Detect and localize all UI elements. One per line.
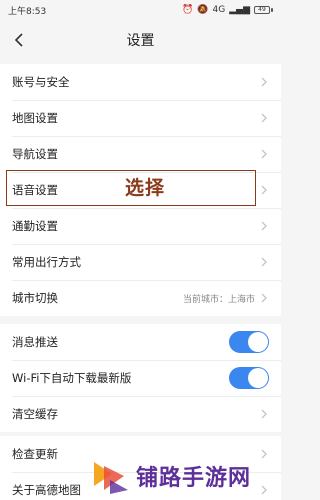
wifi-auto-download-toggle[interactable] <box>229 367 269 389</box>
chevron-right-icon <box>259 293 269 303</box>
row-label: 检查更新 <box>12 447 58 461</box>
row-account-security[interactable]: 账号与安全 <box>0 64 281 100</box>
chevron-right-icon <box>259 485 269 495</box>
row-label: 地图设置 <box>12 111 58 125</box>
network-4g-icon: 4G <box>212 4 226 15</box>
header: 设置 <box>0 20 281 60</box>
row-city-switch[interactable]: 城市切换 当前城市：上海市 <box>0 280 281 316</box>
row-wifi-auto-download: Wi-Fi下自动下载最新版 <box>0 360 281 396</box>
alarm-icon: ⏰ <box>182 4 194 15</box>
status-icons: ⏰ 🔕 4G ▂▄▆ 49 <box>182 4 273 15</box>
chevron-right-icon <box>259 77 269 87</box>
row-label: 城市切换 <box>12 291 58 305</box>
chevron-right-icon <box>259 185 269 195</box>
watermark-text: 铺路手游网 <box>136 466 252 491</box>
row-navigation-settings[interactable]: 导航设置 <box>0 136 281 172</box>
push-notifications-toggle[interactable] <box>229 331 269 353</box>
back-button[interactable] <box>8 29 30 51</box>
battery-level: 49 <box>254 6 270 14</box>
chevron-right-icon <box>259 409 269 419</box>
battery-icon: 49 <box>254 6 273 14</box>
current-city-value: 当前城市：上海市 <box>182 294 255 305</box>
annotation-text: 选择 <box>125 177 166 199</box>
row-label: 语音设置 <box>12 183 58 197</box>
watermark-logo-icon <box>94 462 128 494</box>
row-label: 导航设置 <box>12 147 58 161</box>
status-time: 上午8:53 <box>8 6 47 17</box>
row-push-notifications: 消息推送 <box>0 324 281 360</box>
settings-group-toggles: 消息推送 Wi-Fi下自动下载最新版 清空缓存 <box>0 324 281 432</box>
chevron-right-icon <box>259 149 269 159</box>
row-label: 常用出行方式 <box>12 255 81 269</box>
chevron-right-icon <box>259 449 269 459</box>
row-label: Wi-Fi下自动下载最新版 <box>12 371 132 385</box>
chevron-right-icon <box>259 113 269 123</box>
row-map-settings[interactable]: 地图设置 <box>0 100 281 136</box>
page-title: 设置 <box>126 33 155 49</box>
row-label: 通勤设置 <box>12 219 58 233</box>
chevron-right-icon <box>259 257 269 267</box>
row-clear-cache[interactable]: 清空缓存 <box>0 396 281 432</box>
status-bar: 上午8:53 ⏰ 🔕 4G ▂▄▆ 49 <box>0 0 281 20</box>
row-label: 消息推送 <box>12 335 58 349</box>
row-travel-mode[interactable]: 常用出行方式 <box>0 244 281 280</box>
row-commute-settings[interactable]: 通勤设置 <box>0 208 281 244</box>
row-label: 清空缓存 <box>12 407 58 421</box>
row-label: 账号与安全 <box>12 75 70 89</box>
watermark: 铺路手游网 <box>90 456 251 496</box>
chevron-right-icon <box>259 221 269 231</box>
mute-icon: 🔕 <box>197 4 209 15</box>
row-label: 关于高德地图 <box>12 483 81 497</box>
back-arrow-icon <box>14 33 23 47</box>
signal-icon: ▂▄▆ <box>229 4 250 15</box>
